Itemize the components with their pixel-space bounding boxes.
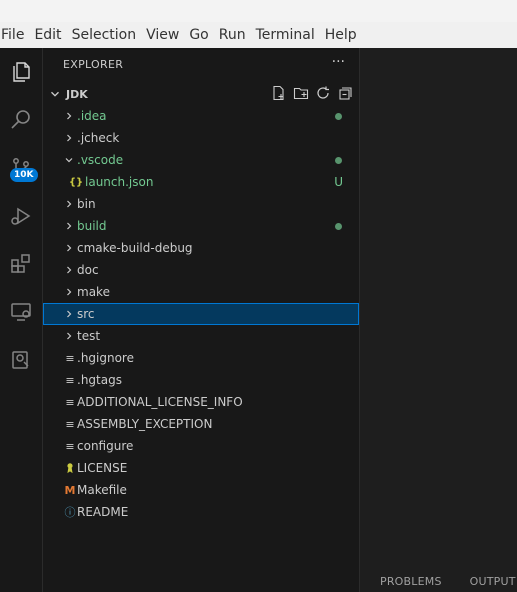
explorer-icon[interactable] xyxy=(0,54,42,90)
modified-dot-icon xyxy=(335,223,342,230)
tree-item-label: build xyxy=(77,219,107,233)
text-file-icon: ≡ xyxy=(65,417,75,431)
text-file-icon: ≡ xyxy=(65,395,75,409)
tree-item-label: src xyxy=(77,307,95,321)
containers-icon[interactable] xyxy=(0,342,42,378)
more-actions-icon[interactable]: ··· xyxy=(332,54,345,70)
chevron-right-icon xyxy=(67,266,72,274)
tree-item-label: launch.json xyxy=(85,175,154,189)
folder-row[interactable]: build xyxy=(43,215,359,237)
menu-go[interactable]: Go xyxy=(184,22,213,48)
chevron-down-icon xyxy=(65,158,73,163)
license-icon xyxy=(63,461,77,475)
activity-bar: 10K xyxy=(0,48,43,592)
tree-item-label: make xyxy=(77,285,110,299)
file-row[interactable]: ⓘ README xyxy=(43,501,359,523)
tree-item-label: .idea xyxy=(77,109,107,123)
tree-item-label: ADDITIONAL_LICENSE_INFO xyxy=(77,395,243,409)
chevron-right-icon xyxy=(67,222,72,230)
run-debug-icon[interactable] xyxy=(0,198,42,234)
menu-edit[interactable]: Edit xyxy=(29,22,66,48)
tree-item-label: .hgignore xyxy=(77,351,134,365)
tree-item-label: .hgtags xyxy=(77,373,122,387)
chevron-down-icon xyxy=(51,91,59,97)
makefile-icon: M xyxy=(64,483,76,497)
explorer-actions xyxy=(271,85,353,101)
file-row[interactable]: {} launch.json U xyxy=(43,171,359,193)
tab-problems[interactable]: PROBLEMS xyxy=(380,575,442,588)
extensions-icon[interactable] xyxy=(0,246,42,282)
tree-item-label: .jcheck xyxy=(77,131,120,145)
chevron-right-icon xyxy=(67,200,72,208)
tree-item-label: cmake-build-debug xyxy=(77,241,193,255)
menu-file[interactable]: File xyxy=(0,22,29,48)
menu-help[interactable]: Help xyxy=(320,22,362,48)
tree-item-label: configure xyxy=(77,439,134,453)
file-row[interactable]: ≡ ADDITIONAL_LICENSE_INFO xyxy=(43,391,359,413)
explorer-sidebar: EXPLORER ··· JDK .idea .jcheck .vscode {} la… xyxy=(43,48,360,592)
refresh-icon[interactable] xyxy=(315,85,331,101)
scm-badge: 10K xyxy=(10,168,38,182)
tree-item-label: .vscode xyxy=(77,153,124,167)
chevron-right-icon xyxy=(67,134,72,142)
tree-item-label: README xyxy=(77,505,129,519)
file-row[interactable]: ≡ ASSEMBLY_EXCEPTION xyxy=(43,413,359,435)
tree-item-label: test xyxy=(77,329,101,343)
chevron-right-icon xyxy=(67,112,72,120)
sidebar-title: EXPLORER xyxy=(63,58,124,71)
modified-dot-icon xyxy=(335,157,342,164)
chevron-right-icon xyxy=(67,244,72,252)
tree-item-label: Makefile xyxy=(77,483,127,497)
folder-row[interactable]: src xyxy=(43,303,359,325)
workspace-root[interactable]: JDK xyxy=(43,83,359,105)
title-bar xyxy=(0,0,517,23)
chevron-right-icon xyxy=(67,332,72,340)
menu-terminal[interactable]: Terminal xyxy=(251,22,320,48)
menu-selection[interactable]: Selection xyxy=(67,22,142,48)
tree-item-label: bin xyxy=(77,197,96,211)
text-file-icon: ≡ xyxy=(65,373,75,387)
folder-row[interactable]: .idea xyxy=(43,105,359,127)
folder-row[interactable]: bin xyxy=(43,193,359,215)
json-file-icon: {} xyxy=(68,176,84,188)
chevron-right-icon xyxy=(67,310,72,318)
search-icon[interactable] xyxy=(0,102,42,138)
chevron-right-icon xyxy=(67,288,72,296)
new-file-icon[interactable] xyxy=(271,85,287,101)
panel-tabs: PROBLEMS OUTPUT xyxy=(380,575,517,588)
info-icon: ⓘ xyxy=(64,506,76,519)
untracked-badge: U xyxy=(334,175,343,189)
new-folder-icon[interactable] xyxy=(293,85,309,101)
file-row[interactable]: ≡ .hgtags xyxy=(43,369,359,391)
folder-row[interactable]: doc xyxy=(43,259,359,281)
text-file-icon: ≡ xyxy=(65,439,75,453)
folder-row[interactable]: .jcheck xyxy=(43,127,359,149)
workspace-name: JDK xyxy=(66,87,88,101)
folder-row[interactable]: .vscode xyxy=(43,149,359,171)
collapse-all-icon[interactable] xyxy=(337,85,353,101)
file-tree: .idea .jcheck .vscode {} launch.json Ubin buil… xyxy=(43,105,359,523)
remote-explorer-icon[interactable] xyxy=(0,294,42,330)
menu-view[interactable]: View xyxy=(141,22,184,48)
menu-bar: File Edit Selection View Go Run Terminal… xyxy=(0,22,517,48)
folder-row[interactable]: cmake-build-debug xyxy=(43,237,359,259)
folder-row[interactable]: make xyxy=(43,281,359,303)
menu-run[interactable]: Run xyxy=(214,22,251,48)
text-file-icon: ≡ xyxy=(65,351,75,365)
tree-item-label: ASSEMBLY_EXCEPTION xyxy=(77,417,213,431)
folder-row[interactable]: test xyxy=(43,325,359,347)
tree-item-label: doc xyxy=(77,263,99,277)
tree-item-label: LICENSE xyxy=(77,461,128,475)
file-row[interactable]: LICENSE xyxy=(43,457,359,479)
file-row[interactable]: ≡ configure xyxy=(43,435,359,457)
file-row[interactable]: M Makefile xyxy=(43,479,359,501)
tab-output[interactable]: OUTPUT xyxy=(470,575,516,588)
file-row[interactable]: ≡ .hgignore xyxy=(43,347,359,369)
modified-dot-icon xyxy=(335,113,342,120)
